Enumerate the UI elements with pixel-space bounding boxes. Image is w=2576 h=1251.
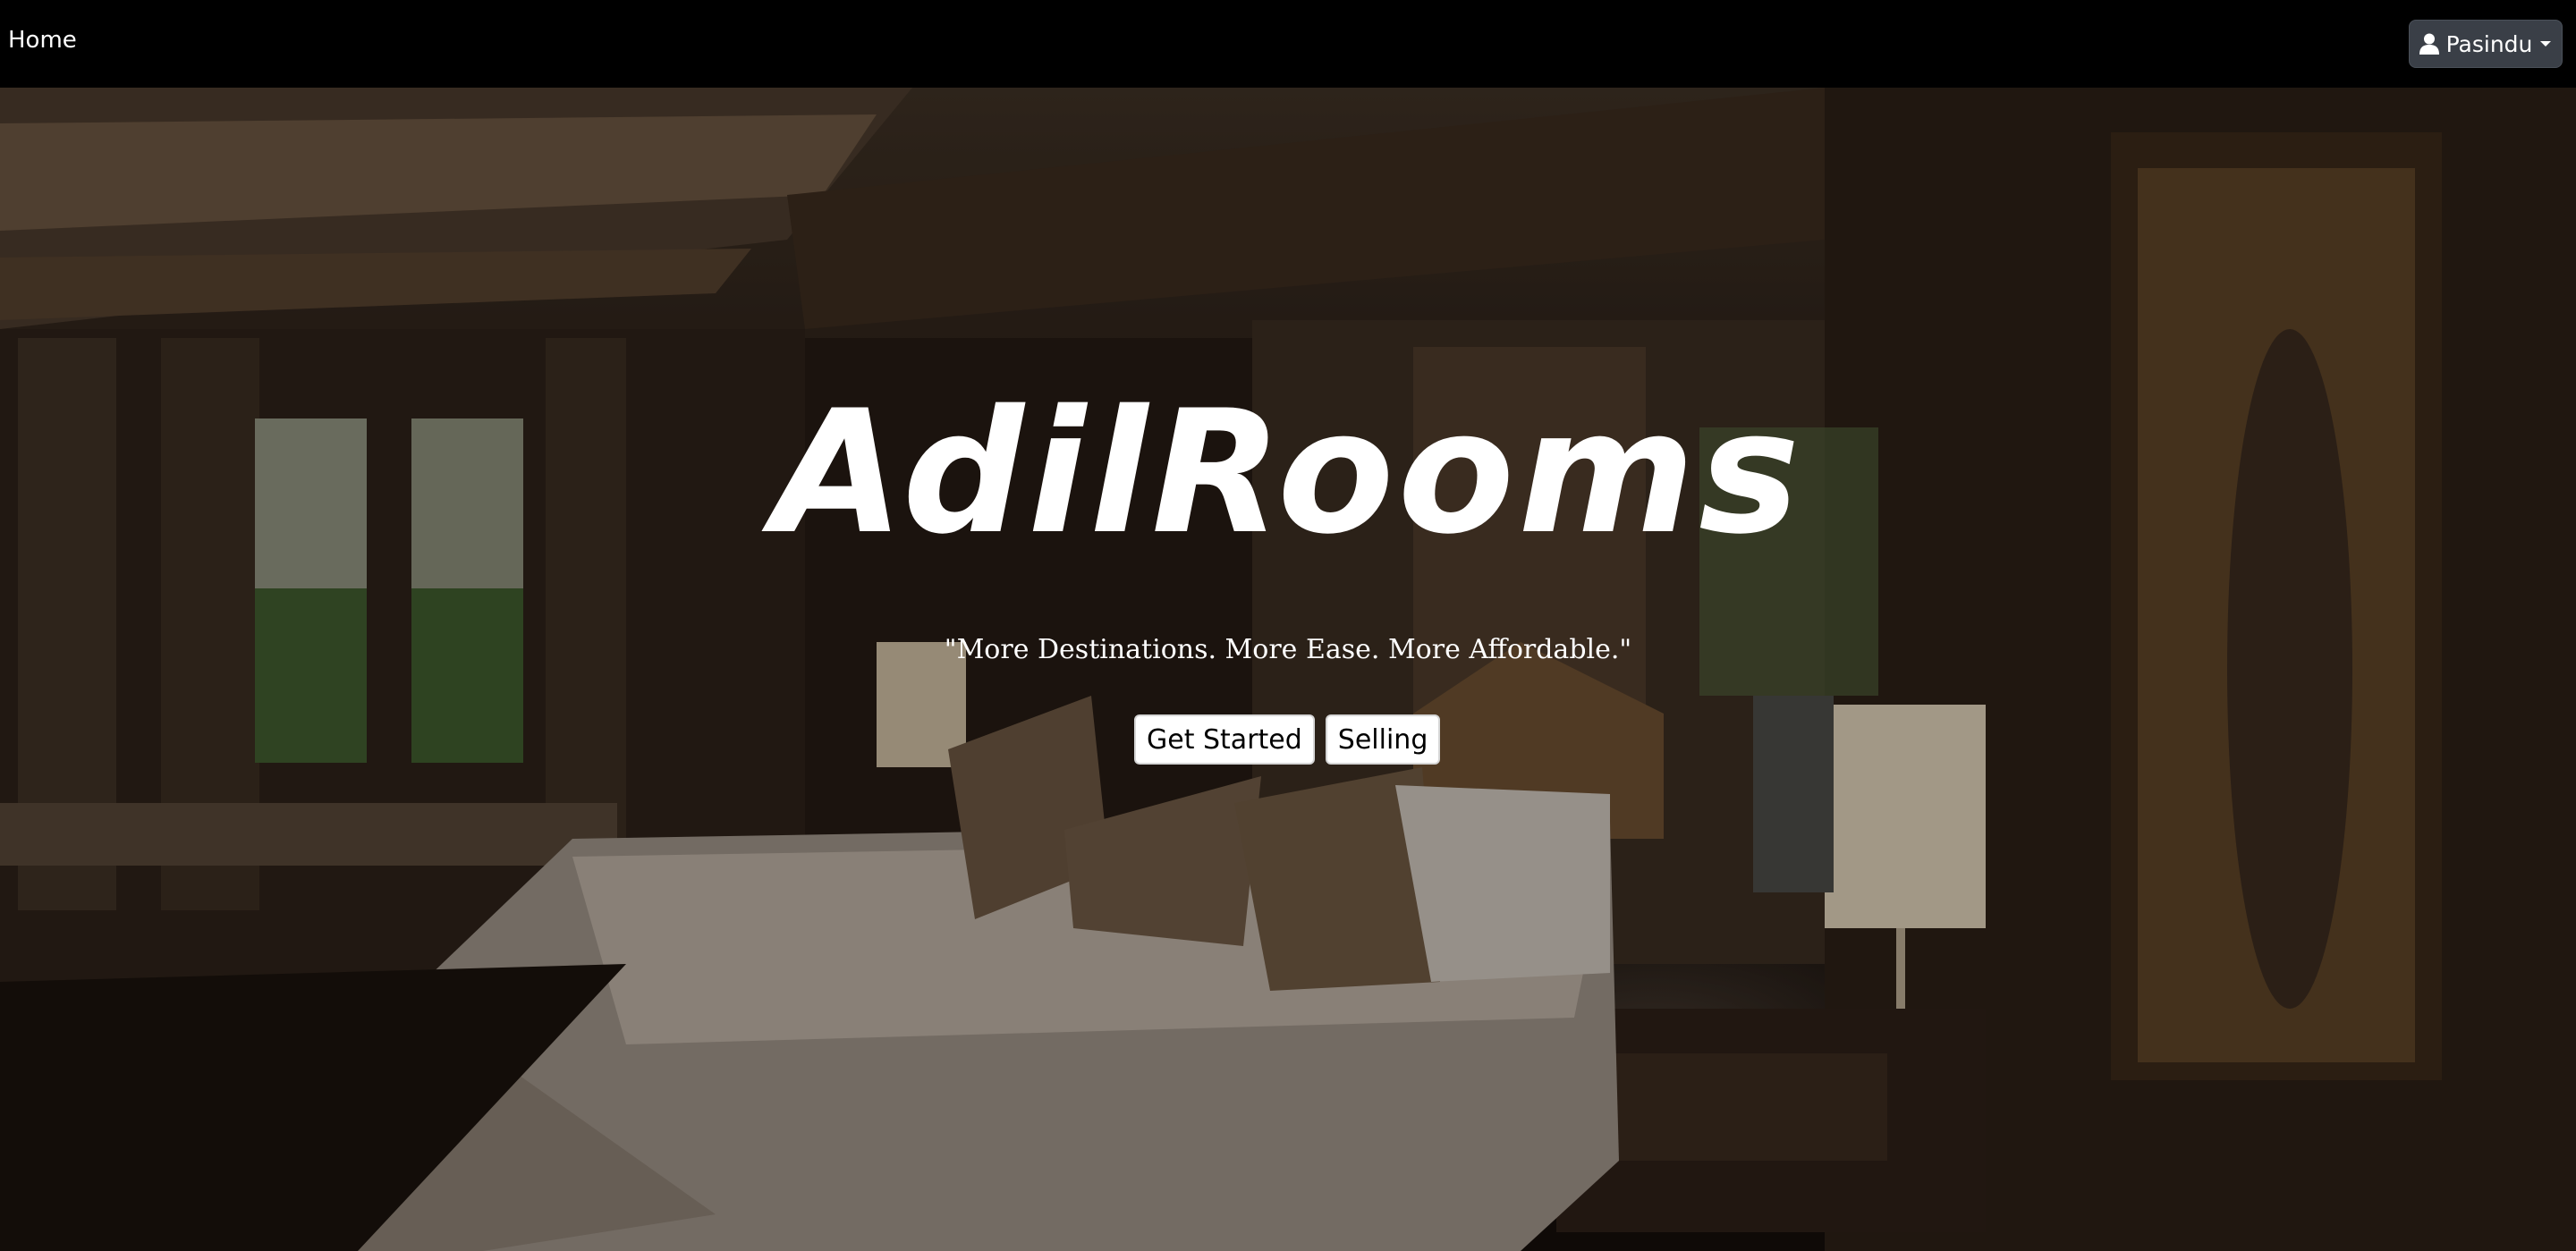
caret-down-icon <box>2539 39 2552 48</box>
top-navbar: Home Pasindu <box>0 0 2576 88</box>
hero-section: AdilRooms "More Destinations. More Ease.… <box>0 88 2576 1251</box>
selling-button[interactable]: Selling <box>1325 714 1441 765</box>
brand-title: AdilRooms <box>772 374 1804 571</box>
hero-button-group: Get Started Selling <box>1134 714 1441 765</box>
hero-dark-overlay <box>0 88 2576 1251</box>
get-started-button[interactable]: Get Started <box>1134 714 1315 765</box>
user-name-label: Pasindu <box>2445 30 2533 57</box>
user-menu-button[interactable]: Pasindu <box>2409 20 2563 68</box>
person-icon <box>2419 33 2439 55</box>
nav-home-link[interactable]: Home <box>8 27 77 54</box>
hero-tagline: "More Destinations. More Ease. More Affo… <box>944 634 1632 665</box>
